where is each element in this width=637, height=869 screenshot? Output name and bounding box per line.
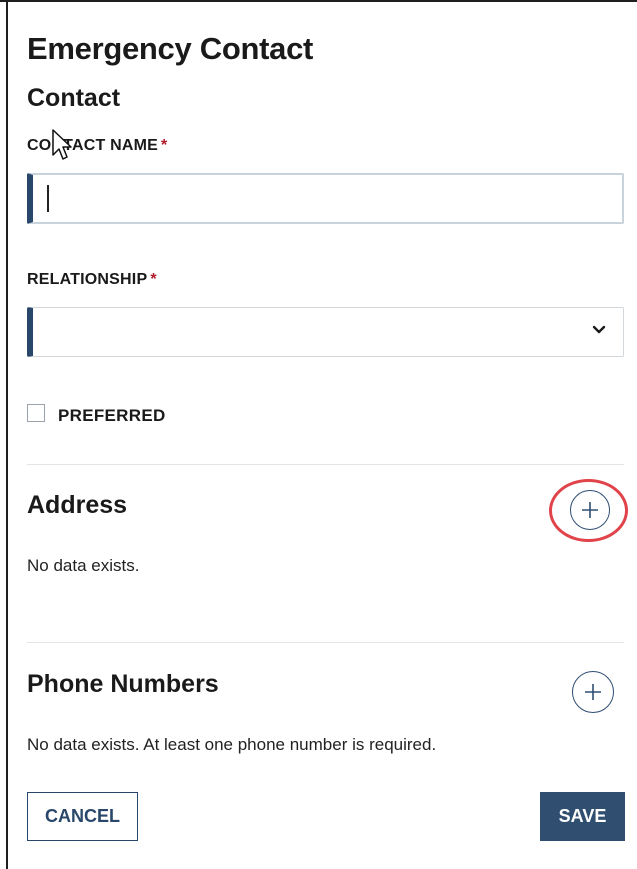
- section-heading-contact: Contact: [27, 84, 121, 112]
- required-marker: *: [150, 271, 157, 288]
- phone-numbers-heading: Phone Numbers: [27, 670, 219, 698]
- highlight-circle: [549, 479, 628, 542]
- add-phone-number-button[interactable]: [572, 671, 614, 713]
- preferred-label[interactable]: PREFERRED: [58, 406, 166, 426]
- text-caret: [47, 185, 49, 212]
- chevron-down-icon: [592, 325, 606, 334]
- plus-icon: [585, 684, 601, 700]
- window-top-border: [0, 0, 637, 2]
- address-heading: Address: [27, 491, 128, 519]
- relationship-select[interactable]: [27, 307, 624, 357]
- window-left-border: [6, 0, 8, 869]
- divider: [27, 642, 624, 643]
- divider: [27, 464, 624, 465]
- relationship-label: RELATIONSHIP *: [27, 271, 157, 289]
- page-title: Emergency Contact: [27, 31, 314, 66]
- preferred-checkbox[interactable]: [27, 404, 45, 422]
- contact-name-label-text: CONTACT NAME: [27, 137, 158, 154]
- contact-name-label: CONTACT NAME *: [27, 137, 167, 155]
- save-button[interactable]: SAVE: [540, 792, 625, 841]
- contact-name-input[interactable]: [27, 173, 624, 224]
- address-empty-message: No data exists.: [27, 556, 140, 575]
- required-marker: *: [160, 137, 168, 154]
- cancel-button[interactable]: CANCEL: [27, 792, 138, 841]
- relationship-label-text: RELATIONSHIP: [27, 271, 148, 288]
- mouse-pointer-icon: [52, 129, 72, 160]
- phone-numbers-empty-message: No data exists. At least one phone numbe…: [27, 735, 437, 754]
